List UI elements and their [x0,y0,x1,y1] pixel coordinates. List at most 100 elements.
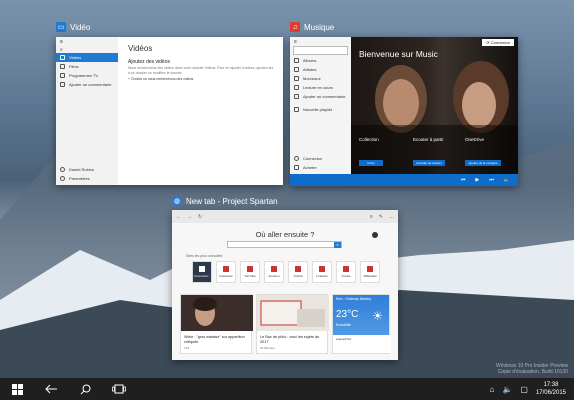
site-favicon-icon [295,266,301,272]
search-input[interactable]: ⌕ [227,241,342,248]
more-icon[interactable]: … [389,214,394,220]
video-app-icon: ▭ [56,22,66,32]
reading-list-icon[interactable]: ≡ [370,214,373,220]
spartan-title-text: New tab - Project Spartan [186,196,278,206]
top-site-tile[interactable]: Linkedin [312,261,332,283]
back-icon[interactable]: ← [176,214,181,220]
site-favicon-icon [367,266,373,272]
plus-icon [294,107,299,112]
music-banner: Bienvenue sur Music [359,49,438,59]
start-button[interactable] [0,378,34,400]
network-icon[interactable]: ⌂ [490,385,495,394]
weather-footer: Aujourd'hui [333,335,391,353]
create-button[interactable]: Créer [359,160,383,166]
sidebar-item-feedback[interactable]: Ajouter un commentaire [290,92,351,101]
sidebar-buy[interactable]: Acheter [290,163,351,172]
windows-logo-icon [11,383,23,395]
sidebar-item-songs[interactable]: Morceaux [290,74,351,83]
notifications-icon[interactable]: ▢ [520,385,528,394]
top-site-tile[interactable]: YouTube [240,261,260,283]
top-sites-label: Sites les plus consultés [186,254,223,258]
spartan-window-title[interactable]: ◍ New tab - Project Spartan [172,194,278,208]
taskbar: ⌂ 🔈 ▢ 17:38 17/06/2015 [0,378,574,400]
note-icon [294,76,299,81]
news-card-1[interactable]: Wixie : "gros malaise" sur apparition cr… [180,294,253,354]
share-icon[interactable]: ✎ [379,214,383,220]
play-icon[interactable]: ▶ [475,177,479,183]
volume-icon[interactable]: 🔈 [504,177,510,183]
search-icon[interactable]: ⌕ [334,242,341,248]
feedback-icon [60,82,65,87]
back-button[interactable] [34,378,68,400]
site-favicon-icon [319,266,325,272]
choose-folder-link[interactable]: + Choisir où nous recherchons des vidéos [128,77,193,81]
video-window[interactable]: ≡ ⌕ Vidéos Films Programmes TV Ajouter u… [56,37,283,185]
hamburger-icon[interactable]: ≡ [290,37,351,45]
user-icon [294,156,299,161]
open-folder-button[interactable]: Accéder au dossier [413,160,445,166]
top-site-tile[interactable]: Facebook [216,261,236,283]
connect-button[interactable]: ⟳ Connexion [482,39,514,46]
refresh-icon[interactable]: ↻ [198,214,202,220]
news-photo-1 [181,295,253,331]
sidebar-user[interactable]: Daniel Rubino [56,165,118,174]
hamburger-icon[interactable]: ≡ [56,37,118,45]
sidebar-item-artists[interactable]: Artistes [290,65,351,74]
search-icon [80,384,90,394]
site-favicon-icon [271,266,277,272]
music-search-input[interactable] [293,46,348,55]
add-music-button[interactable]: Ajouter de la musique [465,160,501,166]
video-title-text: Vidéo [70,22,91,32]
next-icon[interactable]: ⏭ [489,177,494,183]
sidebar-item-videos[interactable]: Vidéos [56,53,118,62]
news-card-2[interactable]: Le Bac de philo : voici les sujets de 20… [256,294,329,354]
gear-icon [60,176,65,181]
sidebar-item-new-playlist[interactable]: Nouvelle playlist [290,105,351,114]
clock-date: 17/06/2015 [535,390,566,396]
sidebar-item-feedback[interactable]: Ajouter un commentaire [56,80,118,89]
col-collection-title: Collection [359,137,379,142]
volume-icon[interactable]: 🔈 [502,385,512,394]
weather-card[interactable]: Rive - Châtenay Malabry 23°C Ensoleillé … [332,294,391,354]
top-site-tile[interactable]: Communit... [192,261,212,283]
build-watermark: Windows 10 Pro Insider Preview Copie d'é… [496,363,568,375]
top-site-tile[interactable]: Create [336,261,356,283]
sidebar-signin[interactable]: Connexion [290,154,351,163]
sidebar-settings[interactable]: Paramètres [56,174,118,183]
site-favicon-icon [247,266,253,272]
col-onedrive-title: OneDrive [465,137,485,142]
weather-location: Rive - Châtenay Malabry [336,297,372,301]
headphones-icon: ♫ [290,22,300,32]
top-site-label: Communit... [193,274,211,278]
sidebar-item-now-playing[interactable]: Lecture en cours [290,83,351,92]
news-source-1: TF1 [184,346,190,350]
music-window-title[interactable]: ♫ Musique [290,20,334,34]
task-view-icon [112,384,126,394]
browser-toolbar: ← → ↻ ≡ ✎ … [172,210,398,223]
task-view-button[interactable] [102,378,136,400]
col-listen-title: Ecouter à partir [413,137,444,142]
top-site-tile[interactable]: Wikipedia [360,261,380,283]
top-site-tile[interactable]: Gofind [288,261,308,283]
artist-icon [294,67,299,72]
weather-condition: Ensoleillé [336,323,351,327]
forward-icon[interactable]: → [187,214,192,220]
music-window[interactable]: ≡ Albums Artistes Morceaux Lecture en co… [290,37,518,186]
search-icon[interactable]: ⌕ [56,45,118,53]
sidebar-item-albums[interactable]: Albums [290,56,351,65]
top-site-tile[interactable]: Amazon [264,261,284,283]
spartan-window[interactable]: ← → ↻ ≡ ✎ … Où aller ensuite ? ⌕ Sites l… [172,210,398,360]
avatar[interactable] [372,232,378,238]
top-site-label: Facebook [219,274,233,278]
film-icon [60,64,65,69]
top-site-label: YouTube [244,274,256,278]
top-site-label: Create [341,274,351,278]
previous-icon[interactable]: ⏮ [461,177,466,183]
sidebar-item-tv[interactable]: Programmes TV [56,71,118,80]
sidebar-item-films[interactable]: Films [56,62,118,71]
video-sidebar: ≡ ⌕ Vidéos Films Programmes TV Ajouter u… [56,37,118,185]
video-window-title[interactable]: ▭ Vidéo [56,20,90,34]
search-button[interactable] [68,378,102,400]
clock[interactable]: 17:38 17/06/2015 [536,381,566,397]
clock-time: 17:38 [543,382,559,388]
